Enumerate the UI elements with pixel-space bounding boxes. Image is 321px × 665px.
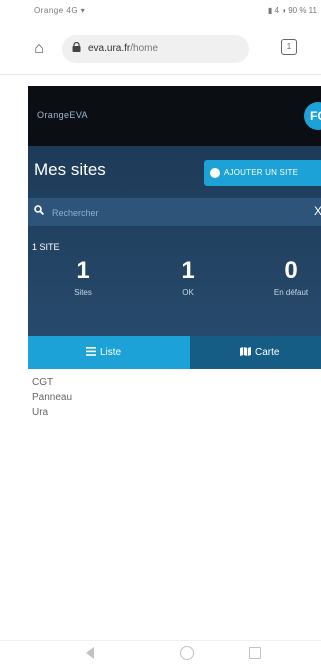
- url-domain: eva.ura.fr: [88, 43, 131, 54]
- site-count: 1 SITE: [32, 242, 60, 252]
- home-icon[interactable]: ⌂: [28, 38, 50, 60]
- search-input[interactable]: [50, 203, 294, 223]
- stat-ok: 1 OK: [143, 257, 233, 298]
- page-title: Mes sites: [34, 160, 106, 179]
- home-circle-icon[interactable]: [180, 646, 194, 660]
- map-icon: [240, 347, 251, 356]
- recent-apps-icon[interactable]: [249, 647, 261, 659]
- url-text: eva.ura.fr/home: [88, 43, 158, 54]
- view-tabs: Liste Carte: [28, 336, 321, 369]
- lock-icon: [72, 42, 81, 52]
- avatar[interactable]: FC: [304, 102, 321, 130]
- tab-map-label: Carte: [255, 347, 280, 358]
- phone-screen: Orange 4G ▾ ▮ 4 ◑ 90 % 11 ⌂ eva.ura.fr/h…: [0, 0, 321, 665]
- battery-time: ▮ 4 ◑ 90 % 11: [267, 6, 317, 15]
- stat-value: 0: [284, 257, 298, 284]
- tab-switcher[interactable]: 1: [281, 39, 297, 55]
- list-icon: [86, 347, 96, 356]
- tab-map[interactable]: Carte: [190, 336, 321, 369]
- carrier-signal: Orange 4G ▾: [34, 6, 86, 15]
- list-item[interactable]: Panneau: [28, 390, 321, 405]
- add-site-button[interactable]: AJOUTER UN SITE: [204, 160, 321, 186]
- back-icon[interactable]: [86, 647, 94, 659]
- search-bar: X: [28, 198, 321, 226]
- address-bar[interactable]: eva.ura.fr/home: [62, 35, 249, 63]
- stat-value: 1: [76, 257, 90, 284]
- search-icon: [34, 205, 44, 215]
- stat-label: Sites: [74, 288, 92, 297]
- site-list: CGT Panneau Ura: [28, 375, 321, 420]
- url-path: /home: [130, 43, 159, 54]
- app-header: OrangeEVA FC: [28, 86, 321, 146]
- stat-label: En défaut: [273, 288, 309, 297]
- add-site-label: AJOUTER UN SITE: [224, 168, 299, 177]
- list-item[interactable]: Ura: [28, 405, 321, 420]
- stat-sites: 1 Sites: [38, 257, 128, 298]
- sites-panel: Mes sites AJOUTER UN SITE X 1 SITE 1 Sit…: [28, 146, 321, 336]
- list-item[interactable]: CGT: [28, 375, 321, 390]
- stat-label: OK: [182, 288, 194, 297]
- status-bar: Orange 4G ▾ ▮ 4 ◑ 90 % 11: [0, 0, 321, 22]
- clear-search-icon[interactable]: X: [314, 204, 321, 218]
- tab-list-label: Liste: [100, 347, 122, 358]
- stat-en-defaut: 0 En défaut: [246, 257, 321, 298]
- android-nav-bar: [0, 640, 321, 665]
- stat-value: 1: [181, 257, 195, 284]
- plus-circle-icon: [210, 168, 220, 178]
- tab-list[interactable]: Liste: [28, 336, 190, 369]
- app-logo: OrangeEVA: [37, 110, 88, 120]
- browser-toolbar: ⌂ eva.ura.fr/home 1: [0, 22, 321, 75]
